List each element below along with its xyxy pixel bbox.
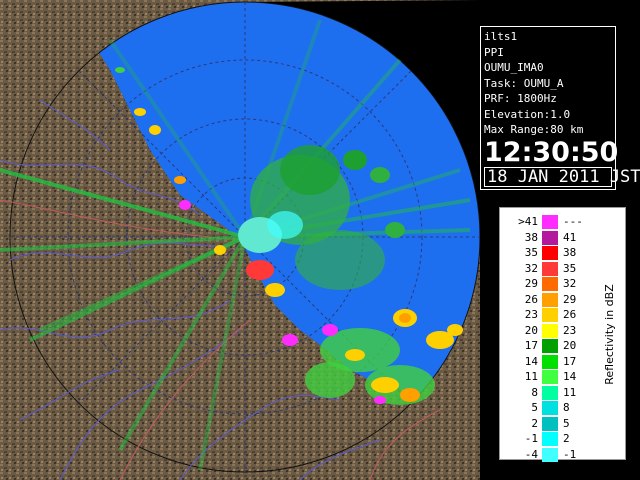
legend-color-swatch — [542, 370, 558, 384]
elevation-value: Elevation:1.0 — [484, 107, 571, 121]
legend-color-swatch — [542, 354, 558, 369]
legend-color-swatch — [542, 292, 558, 307]
legend-lower-bound: 38 — [524, 230, 538, 244]
radar-info-panel: ilts1 PPI OUMU_IMA0 Task: OUMU_A PRF: 18… — [480, 26, 640, 190]
reflectivity-legend: >41 --- 38 41 35 38 32 35 29 32 26 29 23 26 20 23 17 20 14… — [499, 207, 626, 462]
max-range-value: Max Range:80 km — [484, 123, 584, 136]
task-name: Task: OUMU_A — [484, 76, 564, 90]
legend-color-swatch — [542, 416, 558, 431]
legend-lower-bound: 14 — [524, 354, 538, 368]
legend-lower-bound: 2 — [531, 416, 538, 430]
legend-upper-bound: -1 — [563, 447, 577, 461]
legend-upper-bound: 8 — [563, 401, 570, 414]
legend-lower-bound: 17 — [524, 339, 538, 352]
legend-lower-bound: 32 — [524, 261, 538, 275]
legend-color-swatch — [542, 308, 558, 322]
legend-upper-bound: 23 — [563, 323, 577, 337]
legend-color-swatch — [542, 447, 558, 462]
legend-lower-bound: 20 — [524, 323, 538, 337]
legend-upper-bound: 17 — [563, 354, 577, 368]
legend-upper-bound: 5 — [563, 416, 570, 430]
observation-date: 18 JAN 2011 JST — [484, 166, 640, 187]
prf-value: PRF: 1800Hz — [484, 92, 557, 105]
legend-color-swatch — [542, 432, 558, 446]
legend-lower-bound: 8 — [531, 385, 538, 399]
legend-upper-bound: 29 — [563, 292, 577, 306]
legend-upper-bound: 41 — [563, 230, 577, 244]
legend-upper-bound: 20 — [563, 339, 577, 352]
legend-upper-bound: 32 — [563, 277, 577, 290]
observation-time: 12:30:50 — [484, 136, 619, 168]
legend-color-swatch — [542, 246, 558, 260]
legend-color-swatch — [542, 230, 558, 245]
legend-lower-bound: -1 — [524, 432, 538, 445]
legend-unit-label: Reflectivity in dBZ — [598, 208, 620, 461]
legend-upper-bound: 11 — [563, 385, 577, 399]
legend-color-swatch — [542, 261, 558, 276]
legend-color-swatch — [542, 215, 558, 229]
legend-upper-bound: 26 — [563, 308, 577, 321]
legend-upper-bound: 38 — [563, 246, 577, 259]
legend-color-swatch — [542, 401, 558, 415]
legend-upper-bound: 35 — [563, 261, 577, 275]
legend-lower-bound: -4 — [524, 447, 538, 461]
radar-id: OUMU_IMA0 — [484, 61, 544, 74]
legend-lower-bound: 26 — [524, 292, 538, 306]
legend-color-swatch — [542, 277, 558, 291]
legend-lower-bound: 23 — [524, 308, 538, 321]
legend-color-swatch — [542, 323, 558, 338]
legend-lower-bound: >41 — [518, 215, 538, 228]
legend-lower-bound: 5 — [531, 401, 538, 414]
legend-lower-bound: 35 — [524, 246, 538, 259]
legend-color-swatch — [542, 339, 558, 353]
radar-ppi-display[interactable] — [0, 0, 480, 480]
legend-unit-text: Reflectivity in dBZ — [602, 284, 616, 385]
scan-mode: PPI — [484, 45, 504, 59]
legend-color-swatch — [542, 385, 558, 400]
legend-upper-bound: 14 — [563, 370, 577, 383]
station-name: ilts1 — [484, 30, 518, 43]
legend-lower-bound: 29 — [524, 277, 538, 290]
legend-lower-bound: 11 — [524, 370, 538, 383]
legend-upper-bound: --- — [563, 215, 583, 228]
legend-upper-bound: 2 — [563, 432, 570, 445]
radar-image — [0, 0, 480, 480]
